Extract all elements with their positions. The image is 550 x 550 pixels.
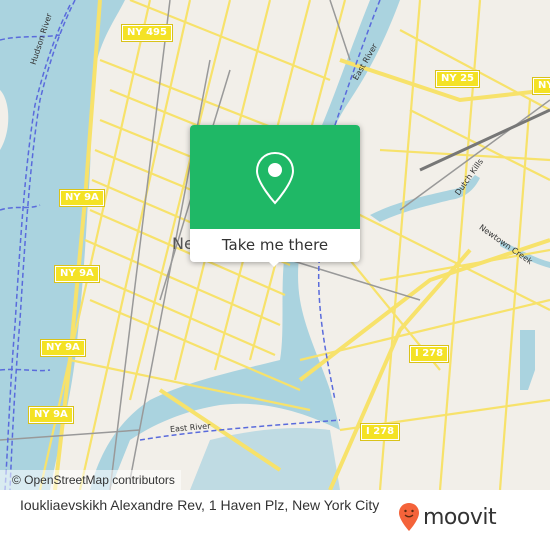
- map-attribution[interactable]: © OpenStreetMap contributors: [0, 470, 181, 490]
- moovit-pin-icon: [399, 503, 419, 531]
- route-shield: NY 9A: [59, 189, 105, 207]
- address-text: Ioukliaevskikh Alexandre Rev, 1 Haven Pl…: [20, 497, 380, 513]
- route-shield: NY 495: [121, 24, 173, 42]
- map-pin-icon: [255, 151, 295, 205]
- route-shield: NY 9A: [28, 406, 74, 424]
- map[interactable]: Ne Hudson River East River East River Du…: [0, 0, 550, 490]
- route-shield: NY: [532, 77, 550, 95]
- popup-header: [190, 125, 360, 229]
- take-me-there-button[interactable]: Take me there: [190, 229, 360, 262]
- route-shield: NY 9A: [54, 265, 100, 283]
- moovit-logo: moovit: [398, 502, 497, 532]
- popup-pointer: [267, 260, 281, 267]
- route-shield: I 278: [359, 423, 401, 441]
- moovit-wordmark: moovit: [423, 504, 497, 530]
- footer: Ioukliaevskikh Alexandre Rev, 1 Haven Pl…: [0, 490, 550, 550]
- location-popup: Take me there: [190, 125, 360, 267]
- route-shield: I 278: [408, 345, 450, 363]
- route-shield: NY 25: [434, 70, 481, 88]
- route-shield: NY 9A: [40, 339, 86, 357]
